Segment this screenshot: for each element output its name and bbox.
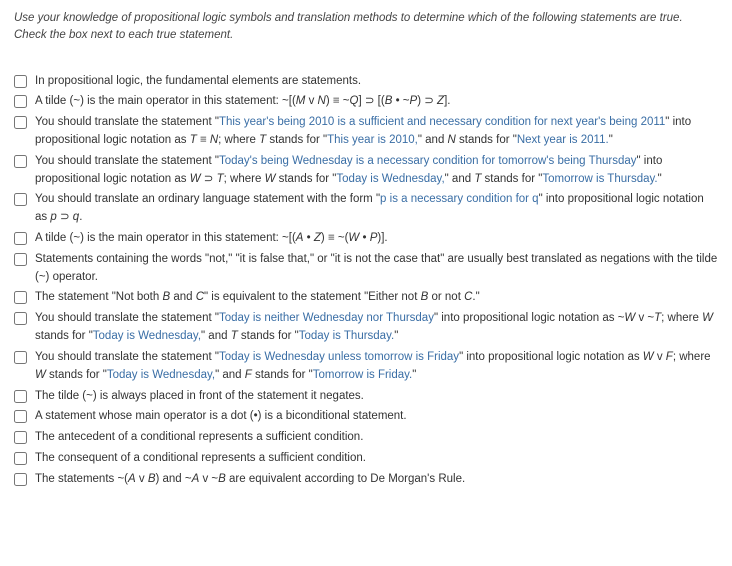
logic-variable: B xyxy=(162,291,170,303)
statement-text: You should translate the statement "Toda… xyxy=(35,349,718,385)
logic-variable: p xyxy=(50,211,56,223)
statement-item: The tilde (~) is always placed in front … xyxy=(14,388,718,406)
statement-item: A statement whose main operator is a dot… xyxy=(14,408,718,426)
highlight-text: Tomorrow is Thursday. xyxy=(542,173,657,185)
logic-variable: C xyxy=(464,291,472,303)
statement-checkbox[interactable] xyxy=(14,253,27,266)
logic-variable: W xyxy=(624,312,635,324)
statement-checkbox[interactable] xyxy=(14,95,27,108)
logic-variable: B xyxy=(148,473,156,485)
highlight-text: Today is Thursday. xyxy=(299,330,394,342)
statement-text: The antecedent of a conditional represen… xyxy=(35,429,718,447)
logic-variable: P xyxy=(410,95,418,107)
highlight-text: Today is Wednesday, xyxy=(93,330,201,342)
logic-variable: N xyxy=(318,95,326,107)
logic-variable: P xyxy=(370,232,378,244)
logic-variable: F xyxy=(245,369,252,381)
statement-item: A tilde (~) is the main operator in this… xyxy=(14,93,718,111)
statement-text: The statements ~(A v B) and ~A v ~B are … xyxy=(35,471,718,489)
logic-variable: Q xyxy=(350,95,359,107)
logic-variable: Z xyxy=(437,95,444,107)
statement-list: In propositional logic, the fundamental … xyxy=(14,73,718,489)
statement-text: In propositional logic, the fundamental … xyxy=(35,73,718,91)
statement-item: You should translate an ordinary languag… xyxy=(14,191,718,227)
logic-variable: W xyxy=(643,351,654,363)
logic-variable: B xyxy=(385,95,393,107)
statement-item: You should translate the statement "Toda… xyxy=(14,310,718,346)
highlight-text: Today is Wednesday unless tomorrow is Fr… xyxy=(219,351,459,363)
logic-variable: W xyxy=(190,173,201,185)
statement-checkbox[interactable] xyxy=(14,351,27,364)
logic-variable: B xyxy=(218,473,226,485)
logic-variable: A xyxy=(128,473,136,485)
statement-text: The statement "Not both B and C" is equi… xyxy=(35,289,718,307)
statement-checkbox[interactable] xyxy=(14,390,27,403)
statement-checkbox[interactable] xyxy=(14,232,27,245)
statement-text: A tilde (~) is the main operator in this… xyxy=(35,93,718,111)
highlight-text: Today is Wednesday, xyxy=(107,369,215,381)
logic-variable: T xyxy=(231,330,238,342)
statement-item: The statement "Not both B and C" is equi… xyxy=(14,289,718,307)
statement-text: A tilde (~) is the main operator in this… xyxy=(35,230,718,248)
logic-variable: C xyxy=(196,291,204,303)
statement-item: The statements ~(A v B) and ~A v ~B are … xyxy=(14,471,718,489)
logic-variable: F xyxy=(666,351,673,363)
statement-item: A tilde (~) is the main operator in this… xyxy=(14,230,718,248)
statement-text: The consequent of a conditional represen… xyxy=(35,450,718,468)
logic-variable: A xyxy=(296,232,304,244)
statement-checkbox[interactable] xyxy=(14,155,27,168)
logic-variable: T xyxy=(259,134,266,146)
logic-variable: T xyxy=(217,173,224,185)
statement-checkbox[interactable] xyxy=(14,116,27,129)
logic-variable: A xyxy=(192,473,200,485)
statement-text: You should translate the statement "This… xyxy=(35,114,718,150)
statement-checkbox[interactable] xyxy=(14,431,27,444)
statement-item: The consequent of a conditional represen… xyxy=(14,450,718,468)
statement-text: The tilde (~) is always placed in front … xyxy=(35,388,718,406)
statement-checkbox[interactable] xyxy=(14,452,27,465)
statement-item: The antecedent of a conditional represen… xyxy=(14,429,718,447)
statement-item: You should translate the statement "Toda… xyxy=(14,153,718,189)
logic-variable: N xyxy=(210,134,218,146)
statement-item: You should translate the statement "Toda… xyxy=(14,349,718,385)
statement-checkbox[interactable] xyxy=(14,75,27,88)
highlight-text: Tomorrow is Friday. xyxy=(313,369,412,381)
statement-text: You should translate the statement "Toda… xyxy=(35,153,718,189)
statement-checkbox[interactable] xyxy=(14,410,27,423)
statement-item: You should translate the statement "This… xyxy=(14,114,718,150)
logic-variable: T xyxy=(190,134,197,146)
highlight-text: Today is neither Wednesday nor Thursday xyxy=(219,312,434,324)
logic-variable: N xyxy=(448,134,456,146)
highlight-text: Today is Wednesday, xyxy=(336,173,444,185)
highlight-text: This year's being 2010 is a sufficient a… xyxy=(219,116,665,128)
statement-checkbox[interactable] xyxy=(14,312,27,325)
statement-checkbox[interactable] xyxy=(14,473,27,486)
statement-item: Statements containing the words "not," "… xyxy=(14,251,718,287)
statement-text: You should translate the statement "Toda… xyxy=(35,310,718,346)
logic-variable: W xyxy=(348,232,359,244)
logic-variable: B xyxy=(421,291,429,303)
logic-variable: W xyxy=(265,173,276,185)
statement-text: A statement whose main operator is a dot… xyxy=(35,408,718,426)
logic-variable: T xyxy=(474,173,481,185)
logic-variable: W xyxy=(35,369,46,381)
logic-variable: Z xyxy=(314,232,321,244)
highlight-text: Today's being Wednesday is a necessary c… xyxy=(219,155,637,167)
statement-checkbox[interactable] xyxy=(14,291,27,304)
logic-variable: M xyxy=(296,95,306,107)
statement-item: In propositional logic, the fundamental … xyxy=(14,73,718,91)
statement-checkbox[interactable] xyxy=(14,193,27,206)
highlight-text: Next year is 2011. xyxy=(517,134,609,146)
statement-text: Statements containing the words "not," "… xyxy=(35,251,718,287)
statement-text: You should translate an ordinary languag… xyxy=(35,191,718,227)
instructions-text: Use your knowledge of propositional logi… xyxy=(14,10,718,45)
logic-variable: q xyxy=(73,211,79,223)
logic-variable: W xyxy=(702,312,713,324)
logic-variable: T xyxy=(654,312,661,324)
highlight-text: p is a necessary condition for q xyxy=(380,193,539,205)
highlight-text: This year is 2010, xyxy=(327,134,418,146)
